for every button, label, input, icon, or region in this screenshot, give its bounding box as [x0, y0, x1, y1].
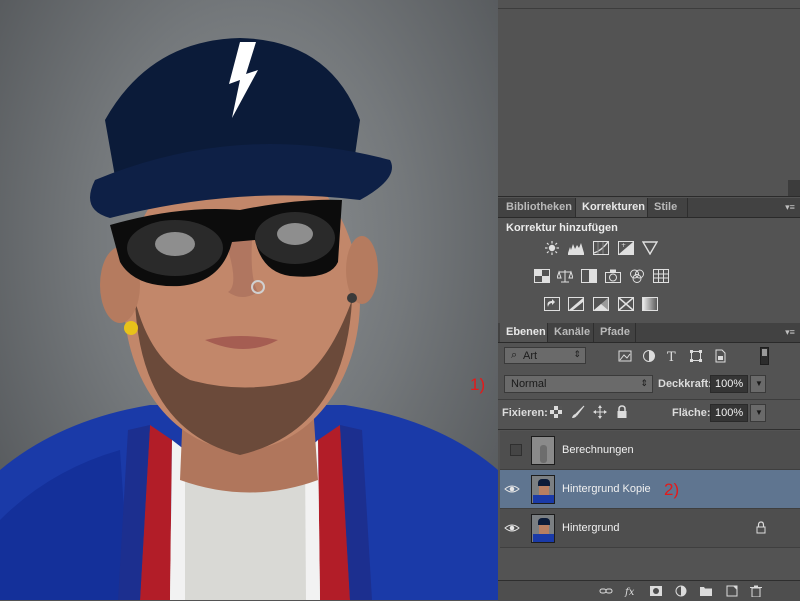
layers-menu-icon[interactable]: ▾≡ [784, 328, 796, 337]
new-layer-icon[interactable] [724, 585, 738, 597]
tab-layers[interactable]: Ebenen [500, 323, 548, 342]
fill-input[interactable]: 100% [710, 404, 748, 422]
layer-filter-select[interactable]: ⌕ Art ⇕ [504, 347, 586, 364]
link-layers-icon[interactable] [599, 585, 613, 597]
layers-tabbar: Ebenen Kanäle Pfade ▾≡ [498, 323, 800, 343]
panel-menu-icon[interactable]: ▾≡ [784, 203, 796, 212]
exposure-icon[interactable]: + [618, 241, 634, 255]
layer-thumbnail [531, 475, 555, 504]
layers-bottom-toolbar: fx [498, 580, 800, 601]
annotation-2: 2) [664, 480, 680, 499]
color-balance-icon[interactable] [557, 269, 573, 283]
new-group-icon[interactable] [699, 585, 713, 597]
hue-saturation-icon[interactable] [534, 269, 550, 283]
svg-text:T: T [667, 350, 676, 363]
corrections-title: Korrektur hinzufügen [506, 222, 618, 234]
layer-name: Berechnungen [562, 444, 634, 456]
opacity-value: 100% [715, 378, 744, 390]
selective-color-icon[interactable] [618, 297, 634, 311]
color-lookup-icon[interactable] [653, 269, 669, 283]
tab-channels[interactable]: Kanäle [548, 323, 594, 342]
layer-thumbnail [531, 514, 555, 543]
chevron-down-icon: ▼ [755, 408, 763, 417]
photo-filter-icon[interactable] [605, 269, 621, 283]
threshold-icon[interactable] [593, 297, 609, 311]
tab-libraries[interactable]: Bibliotheken [500, 198, 576, 217]
black-white-icon[interactable] [581, 269, 597, 283]
lock-label: Fixieren: [502, 407, 548, 419]
filter-toggle[interactable] [760, 347, 769, 365]
fx-icon[interactable]: fx [624, 585, 638, 597]
portrait-photo [0, 38, 498, 600]
eye-icon[interactable] [504, 482, 520, 496]
fill-value: 100% [715, 407, 744, 419]
posterize-icon[interactable] [568, 297, 584, 311]
document-canvas[interactable] [0, 0, 498, 600]
tab-paths[interactable]: Pfade [594, 323, 636, 342]
curves-icon[interactable] [593, 241, 609, 255]
opacity-input[interactable]: 100% [710, 375, 748, 393]
layer-row[interactable]: Hintergrund [500, 509, 800, 548]
layer-name: Hintergrund Kopie [562, 483, 651, 495]
new-adjustment-layer-icon[interactable] [674, 585, 688, 597]
divider [498, 429, 800, 430]
layer-row-selected[interactable]: Hintergrund Kopie [500, 470, 800, 509]
svg-text:+: + [621, 242, 626, 249]
add-mask-icon[interactable] [649, 585, 663, 597]
filter-smart-object-icon[interactable] [713, 349, 727, 363]
annotation-1: 1) [470, 375, 486, 394]
chevron-updown-icon: ⇕ [573, 349, 581, 359]
divider [498, 399, 800, 400]
tab-corrections[interactable]: Korrekturen [576, 198, 648, 217]
panel-divider-line [498, 8, 800, 9]
lock-position-icon[interactable] [593, 405, 607, 419]
layer-name: Hintergrund [562, 522, 620, 534]
panel-scrollbar[interactable] [788, 180, 800, 196]
filter-pixel-icon[interactable] [618, 349, 632, 363]
eye-icon[interactable] [504, 521, 520, 535]
brightness-contrast-icon[interactable] [544, 241, 560, 255]
chevron-down-icon: ▼ [755, 379, 763, 388]
lock-icon [756, 521, 766, 534]
levels-icon[interactable] [568, 241, 584, 255]
channel-mixer-icon[interactable] [629, 269, 645, 283]
corrections-tabbar: Bibliotheken Korrekturen Stile ▾≡ [498, 198, 800, 218]
opacity-label: Deckkraft: [658, 378, 712, 390]
invert-icon[interactable] [544, 297, 560, 311]
trash-icon[interactable] [749, 585, 763, 597]
blend-mode-value: Normal [511, 378, 547, 390]
layer-filter-label: Art [523, 350, 538, 362]
search-icon: ⌕ [511, 349, 518, 361]
lock-all-icon[interactable] [615, 405, 629, 419]
filter-shape-icon[interactable] [689, 349, 703, 363]
lock-image-pixels-icon[interactable] [571, 405, 585, 419]
filter-type-icon[interactable]: T [665, 349, 679, 363]
blend-mode-select[interactable]: Normal ⇕ [504, 375, 653, 393]
gradient-map-icon[interactable] [642, 297, 658, 311]
chevron-updown-icon: ⇕ [640, 378, 648, 388]
layer-thumbnail [531, 436, 555, 465]
svg-text:fx: fx [624, 587, 635, 597]
filter-adjustment-icon[interactable] [642, 349, 656, 363]
lock-transparent-pixels-icon[interactable] [549, 405, 563, 419]
visibility-toggle-empty[interactable] [510, 444, 522, 456]
right-panel: Bibliotheken Korrekturen Stile ▾≡ Korrek… [498, 0, 800, 601]
fill-label: Fläche: [672, 407, 711, 419]
fill-slider-button[interactable]: ▼ [750, 404, 766, 422]
opacity-slider-button[interactable]: ▼ [750, 375, 766, 393]
vibrance-icon[interactable] [642, 241, 658, 255]
empty-panel-area [498, 0, 800, 197]
tab-styles[interactable]: Stile [648, 198, 688, 217]
layer-row[interactable]: Berechnungen [500, 431, 800, 470]
